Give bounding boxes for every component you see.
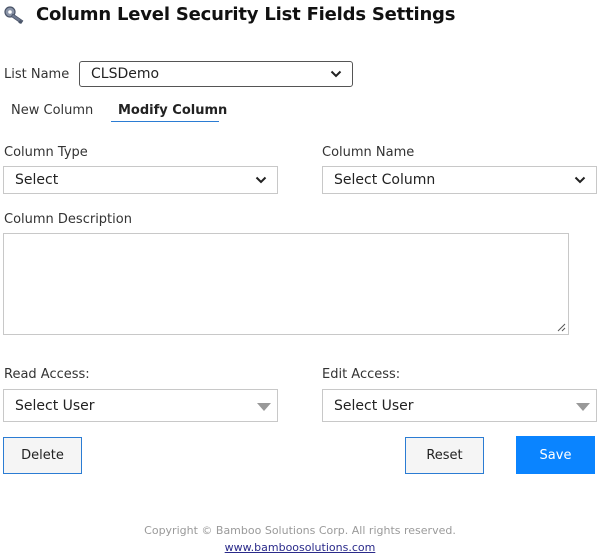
column-description-label: Column Description: [4, 212, 132, 227]
footer-copyright: Copyright © Bamboo Solutions Corp. All r…: [144, 524, 456, 537]
resize-handle-icon[interactable]: [557, 323, 566, 332]
key-icon: [4, 6, 24, 24]
column-type-select[interactable]: Select: [3, 166, 278, 194]
column-type-value: Select: [15, 172, 59, 188]
page-title: Column Level Security List Fields Settin…: [36, 4, 456, 25]
save-button[interactable]: Save: [516, 436, 595, 474]
footer-link[interactable]: www.bamboosolutions.com: [0, 541, 600, 554]
column-name-label: Column Name: [322, 145, 415, 160]
edit-access-label: Edit Access:: [322, 367, 401, 382]
list-name-label: List Name: [4, 67, 70, 82]
read-access-select[interactable]: Select User: [3, 389, 278, 422]
edit-access-select[interactable]: Select User: [322, 389, 597, 422]
column-name-value: Select Column: [334, 172, 436, 188]
tab-modify-column[interactable]: Modify Column: [118, 103, 227, 118]
chevron-down-icon: [330, 70, 342, 78]
read-access-value: Select User: [15, 397, 95, 414]
delete-button[interactable]: Delete: [3, 437, 82, 474]
column-name-select[interactable]: Select Column: [322, 166, 597, 194]
edit-access-value: Select User: [334, 397, 414, 414]
chevron-down-icon: [574, 176, 586, 184]
list-name-select[interactable]: CLSDemo: [79, 61, 353, 87]
reset-button[interactable]: Reset: [405, 437, 484, 474]
chevron-down-icon: [255, 176, 267, 184]
read-access-label: Read Access:: [4, 367, 90, 382]
column-type-label: Column Type: [4, 145, 88, 160]
column-description-textarea[interactable]: [3, 233, 569, 335]
active-tab-indicator: [111, 121, 219, 122]
caret-down-icon: [576, 402, 590, 411]
list-name-value: CLSDemo: [91, 66, 160, 82]
caret-down-icon: [257, 402, 271, 411]
tab-new-column[interactable]: New Column: [11, 103, 93, 118]
